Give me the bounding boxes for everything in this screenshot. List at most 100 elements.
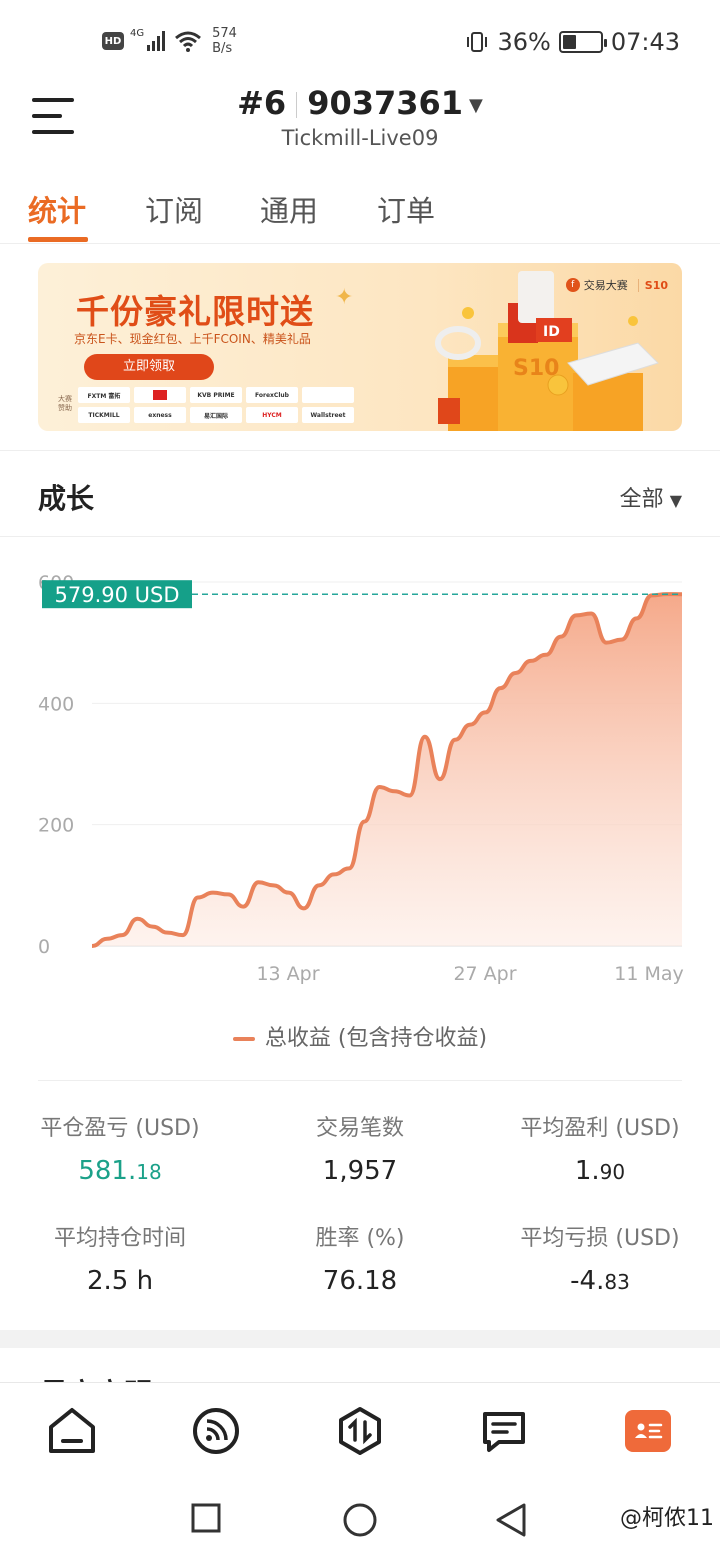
stat-value: 76.18: [240, 1266, 480, 1296]
sponsor-logo: exness: [134, 407, 186, 423]
y-tick-label: 0: [38, 936, 50, 958]
series-area: [92, 594, 682, 946]
sponsor-logo: 易汇国际: [190, 407, 242, 423]
separator: [296, 92, 298, 118]
home-button[interactable]: [342, 1502, 378, 1538]
growth-chart: 020040060013 Apr27 Apr11 May579.90 USD: [38, 572, 684, 985]
profile-icon: [635, 1423, 663, 1439]
sparkle-icon: ✦: [335, 285, 354, 310]
stat-value-int: 581.: [78, 1156, 137, 1186]
clock: 07:43: [610, 28, 680, 56]
stat-value-int: 1.: [574, 1156, 600, 1186]
home-icon: [49, 1408, 95, 1453]
sponsor-logo: TICKMILL: [78, 407, 130, 423]
chevron-down-icon: ▼: [669, 491, 682, 510]
account-server: Tickmill-Live09: [281, 126, 439, 150]
stat-value-int: 76.18: [322, 1266, 398, 1296]
stat-label: 平均持仓时间: [53, 1226, 186, 1251]
account-selector[interactable]: #6 9037361 ▼: [0, 84, 720, 122]
message-icon: [483, 1412, 525, 1452]
status-left: HD 4G 574 B/s: [102, 26, 237, 56]
wifi-icon: [175, 31, 202, 52]
stat-trade-count: 交易笔数 1,957: [240, 1110, 480, 1186]
account-id: 9037361: [307, 84, 464, 122]
stat-label: 胜率 (%): [315, 1226, 405, 1251]
gift-illustration: S10 ID: [435, 271, 659, 431]
x-tick-label: 13 Apr: [256, 963, 319, 985]
sponsor-logo: [134, 387, 186, 403]
divider: [0, 536, 720, 537]
nav-profile[interactable]: [625, 1410, 671, 1452]
back-button[interactable]: [494, 1502, 528, 1538]
range-filter-dropdown[interactable]: 全部 ▼: [620, 481, 682, 513]
stat-value-int: -4.: [570, 1266, 605, 1296]
battery-level: [562, 35, 576, 49]
account-number: #6: [237, 84, 287, 122]
hd-icon: HD: [102, 32, 124, 50]
section-separator: [0, 1330, 720, 1348]
recents-button[interactable]: [190, 1502, 222, 1534]
banner-claim-button[interactable]: 立即领取: [84, 354, 214, 380]
watermark: @柯侬11: [620, 1506, 714, 1531]
network-type: 4G: [130, 27, 145, 39]
tab-indicator: [28, 237, 88, 242]
tab-statistics[interactable]: 统计: [28, 188, 86, 230]
stat-value-int: 1,957: [322, 1156, 398, 1186]
promo-banner[interactable]: 千份豪礼限时送 ✦ 京东E卡、现金红包、上千FCOIN、精美礼品 立即领取 大赛…: [38, 263, 682, 431]
divider: [0, 450, 720, 451]
sponsor-logo: ForexClub: [246, 387, 298, 403]
sponsor-logo: HYCM: [246, 407, 298, 423]
sponsor-logos: FXTM 富拓 KVB PRIME ForexClub TICKMILL exn…: [78, 387, 358, 423]
status-right: 36% 07:43: [465, 28, 680, 56]
stat-value-dec: 83: [604, 1270, 630, 1294]
legend-label: 总收益 (包含持仓收益): [264, 1026, 488, 1051]
stat-value: -4.83: [480, 1266, 720, 1296]
current-value-label: 579.90 USD: [54, 583, 179, 607]
y-tick-label: 400: [38, 693, 74, 715]
stat-label: 交易笔数: [315, 1116, 404, 1141]
stat-label: 平仓盈亏 (USD): [40, 1116, 200, 1141]
stat-value: 1,957: [240, 1156, 480, 1186]
tab-general[interactable]: 通用: [260, 188, 318, 230]
banner-title: 千份豪礼限时送: [76, 292, 314, 331]
battery-percent: 36%: [497, 28, 551, 56]
tab-orders[interactable]: 订单: [377, 188, 435, 230]
signal-icon: [147, 31, 166, 51]
x-tick-label: 11 May: [614, 963, 684, 985]
tab-bar: 统计 订阅 通用 订单: [0, 180, 720, 244]
chevron-down-icon: ▼: [469, 94, 483, 116]
bottom-nav: [0, 1382, 720, 1478]
speed-value: 574: [212, 26, 237, 41]
nav-trade[interactable]: [334, 1405, 386, 1457]
section-title: 成长: [38, 482, 95, 515]
stat-avg-loss: 平均亏损 (USD) -4.83: [480, 1220, 720, 1296]
app-header: #6 9037361 ▼ Tickmill-Live09: [0, 80, 720, 160]
status-bar: HD 4G 574 B/s 36% 07:43: [0, 0, 720, 80]
trade-icon: [339, 1407, 381, 1455]
nav-home[interactable]: [46, 1405, 98, 1457]
stat-closed-pnl: 平仓盈亏 (USD) 581.18: [0, 1110, 240, 1186]
sponsor-logo: Wallstreet: [302, 407, 354, 423]
divider: [38, 1080, 682, 1081]
network-speed: 574 B/s: [212, 26, 237, 56]
tab-subscribe[interactable]: 订阅: [145, 188, 203, 230]
sponsor-logo: KVB PRIME: [190, 387, 242, 403]
nav-feed[interactable]: [190, 1405, 242, 1457]
system-nav-bar: [0, 1480, 720, 1560]
stat-value: 581.18: [0, 1156, 240, 1186]
x-tick-label: 27 Apr: [453, 963, 516, 985]
feed-icon: [193, 1408, 239, 1454]
stat-value-dec: 18: [136, 1160, 162, 1184]
stat-value: 2.5 h: [0, 1266, 240, 1296]
nav-messages[interactable]: [478, 1405, 530, 1457]
sponsor-logo: FXTM 富拓: [78, 387, 130, 403]
sponsor-label: 大赛赞助: [58, 395, 72, 412]
legend-swatch: [232, 1037, 255, 1041]
stat-value-dec: 90: [599, 1160, 626, 1184]
stat-avg-holding-time: 平均持仓时间 2.5 h: [0, 1220, 240, 1296]
sponsor-logo: [302, 387, 354, 403]
y-tick-label: 200: [38, 815, 74, 837]
vibrate-icon: [467, 32, 488, 52]
battery-icon: [558, 31, 607, 53]
banner-subtitle: 京东E卡、现金红包、上千FCOIN、精美礼品: [74, 332, 311, 346]
